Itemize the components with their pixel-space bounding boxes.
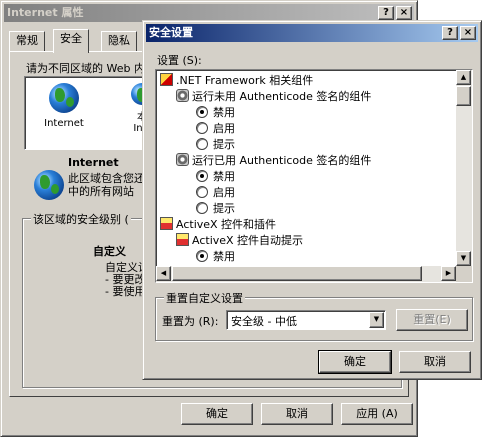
security-settings-dialog: 安全设置 ? × 设置 (S): .NET Framework 相关组件运行未用… [142,20,482,380]
scroll-left-arrow[interactable]: ◀ [156,266,171,281]
reset-level-value: 安全级 - 中低 [231,315,297,328]
back-cancel-button[interactable]: 取消 [261,403,333,425]
ok-button[interactable]: 确定 [318,350,392,374]
tree-item-label: 运行未用 Authenticode 签名的组件 [192,90,372,103]
dialog-title: 安全设置 [149,26,193,39]
help-button[interactable]: ? [442,26,458,40]
scroll-right-arrow[interactable]: ▶ [441,266,456,281]
security-level-legend: 该区域的安全级别 ( [31,211,131,227]
tab-label: 安全 [60,32,82,45]
radio-button[interactable] [196,250,208,262]
radio-button[interactable] [196,106,208,118]
close-button[interactable]: × [460,26,476,40]
tree-radio-option[interactable]: 提示 [196,137,235,153]
settings-label: 设置 (S): [157,54,202,67]
back-ok-button[interactable]: 确定 [181,403,253,425]
zone-globe-icon [34,170,64,200]
scroll-up-arrow[interactable]: ▲ [456,70,471,85]
reset-level-select[interactable]: 安全级 - 中低 ▼ [226,310,386,330]
tree-item-label: 禁用 [213,250,235,263]
reset-group: 重置自定义设置 重置为 (R): 安全级 - 中低 ▼ 重置(E) [155,290,473,341]
gear-icon [176,89,189,102]
scroll-corner [456,266,472,282]
tab-label: 隐私 [108,34,130,47]
back-apply-button[interactable]: 应用 (A) [341,403,413,425]
tree-radio-option[interactable]: 提示 [196,201,235,217]
tree-item-label: 运行已用 Authenticode 签名的组件 [192,154,372,167]
tab-security[interactable]: 安全 [53,29,89,53]
tree-radio-option[interactable]: 禁用 [196,169,235,185]
activex-icon [176,233,189,246]
tree-category: .NET Framework 相关组件 [160,73,313,89]
tree-item-label: ActiveX 控件和插件 [176,218,277,231]
tree-radio-option[interactable]: 启用 [196,121,235,137]
scroll-thumb-horizontal[interactable] [172,266,422,281]
scroll-down-arrow[interactable]: ▼ [456,251,471,266]
zone-item-label: Internet [44,118,84,129]
globe-icon [49,83,79,113]
tree-radio-option[interactable]: 禁用 [196,249,235,265]
horizontal-scrollbar[interactable]: ◀ ▶ [156,266,456,282]
tree-item-label: 启用 [213,186,235,199]
help-button[interactable]: ? [378,6,394,20]
security-settings-titlebar[interactable]: 安全设置 ? × [146,24,478,42]
tree-item-label: 提示 [213,138,235,151]
zone-description-line2: 中的所有网站 [68,185,134,198]
activex-icon [160,217,173,230]
reset-to-label: 重置为 (R): [162,315,219,328]
tree-radio-option[interactable]: 禁用 [196,105,235,121]
level-title: 自定义 [93,245,126,258]
radio-button[interactable] [196,186,208,198]
tree-item-label: .NET Framework 相关组件 [176,74,314,87]
radio-button[interactable] [196,122,208,134]
cancel-button[interactable]: 取消 [399,351,471,373]
tab-label: 常规 [16,34,38,47]
level-desc-line3: - 要使用 [105,285,146,298]
tree-item-label: 启用 [213,122,235,135]
zone-item-internet[interactable]: Internet [39,83,89,129]
gear-icon [176,153,189,166]
tree-setting: 运行已用 Authenticode 签名的组件 [176,153,371,169]
zone-prompt: 请为不同区域的 Web 内 [26,62,145,75]
radio-button[interactable] [196,170,208,182]
settings-tree-body: .NET Framework 相关组件运行未用 Authenticode 签名的… [156,73,456,266]
settings-tree[interactable]: .NET Framework 相关组件运行未用 Authenticode 签名的… [155,69,473,283]
radio-button[interactable] [196,138,208,150]
tree-setting: ActiveX 控件自动提示 [176,233,303,249]
reset-button[interactable]: 重置(E) [396,309,468,331]
vertical-scrollbar[interactable]: ▲ ▼ [456,70,472,266]
framework-icon [160,73,173,86]
tree-item-label: 禁用 [213,106,235,119]
tree-item-label: ActiveX 控件自动提示 [192,234,304,247]
tab-privacy[interactable]: 隐私 [101,31,137,51]
tree-item-label: 禁用 [213,170,235,183]
tree-category: ActiveX 控件和插件 [160,217,276,233]
reset-legend: 重置自定义设置 [164,290,245,306]
zone-title: Internet [68,156,119,169]
tree-setting: 运行未用 Authenticode 签名的组件 [176,89,371,105]
tree-radio-option[interactable]: 启用 [196,185,235,201]
close-button[interactable]: × [396,6,412,20]
chevron-down-icon[interactable]: ▼ [369,312,384,328]
tab-general[interactable]: 常规 [9,31,45,51]
dialog-title: Internet 属性 [7,6,84,19]
tree-item-label: 提示 [213,202,235,215]
radio-button[interactable] [196,202,208,214]
scroll-thumb[interactable] [456,86,471,106]
